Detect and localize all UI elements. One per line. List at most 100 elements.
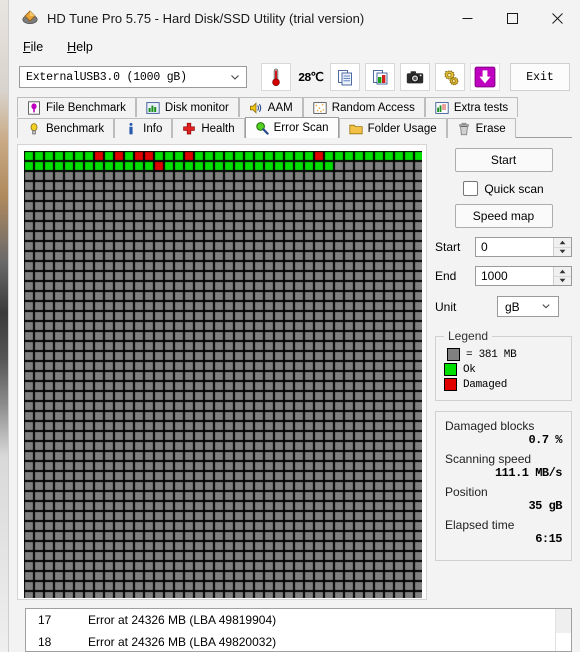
- copy-button[interactable]: [330, 63, 360, 91]
- extra-tests-icon: [435, 101, 449, 115]
- block-map-canvas[interactable]: [24, 151, 422, 598]
- error-list[interactable]: 17 Error at 24326 MB (LBA 49819904) 18 E…: [25, 608, 572, 652]
- hdtune-logo-icon: [21, 9, 39, 27]
- start-input[interactable]: 0: [475, 237, 572, 257]
- legend-ok-label: Ok: [463, 363, 476, 376]
- legend-damaged-label: Damaged: [463, 378, 508, 391]
- quick-scan-checkbox[interactable]: Quick scan: [463, 181, 544, 196]
- stat-value-elapsed-time: 6:15: [535, 532, 562, 546]
- menu-file[interactable]: File: [19, 38, 47, 56]
- list-item[interactable]: 18 Error at 24326 MB (LBA 49820032): [26, 631, 555, 651]
- tab-folder-usage[interactable]: Folder Usage: [338, 118, 447, 138]
- speed-map-button[interactable]: Speed map: [454, 204, 553, 228]
- screenshot-button[interactable]: [400, 63, 430, 91]
- legend-title: Legend: [448, 329, 489, 343]
- unit-field-label: Unit: [435, 299, 457, 314]
- save-button[interactable]: [470, 63, 500, 91]
- unit-field-row: Unit gB: [435, 296, 572, 317]
- error-list-scrollbar-thumb[interactable]: [556, 609, 571, 633]
- maximize-button[interactable]: [490, 0, 535, 36]
- start-field-row: Start 0: [435, 237, 572, 257]
- stat-label-position: Position: [445, 485, 488, 499]
- tab-benchmark[interactable]: Benchmark: [17, 118, 115, 138]
- quick-scan-label: Quick scan: [484, 181, 544, 196]
- start-button-label: Start: [490, 153, 517, 167]
- main-content: Start Quick scan Speed map Start 0 End 1…: [9, 138, 580, 600]
- options-button[interactable]: [435, 63, 465, 91]
- disk-monitor-icon: [146, 101, 160, 115]
- legend-swatch-ok: [444, 363, 457, 376]
- thermometer-icon: [261, 63, 291, 91]
- tab-aam[interactable]: AAM: [238, 97, 303, 117]
- end-stepper-down[interactable]: [554, 277, 571, 286]
- scan-controls-panel: Start Quick scan Speed map Start 0 End 1…: [435, 144, 572, 600]
- start-button[interactable]: Start: [454, 148, 553, 172]
- quick-scan-checkbox-box: [463, 181, 479, 196]
- legend-swatch-damaged: [444, 378, 457, 391]
- minimize-button[interactable]: [445, 0, 490, 36]
- stat-value-position: 35 gB: [528, 499, 562, 513]
- tab-erase-label: Erase: [475, 122, 506, 135]
- tab-extra-tests[interactable]: Extra tests: [424, 97, 519, 117]
- stat-value-damaged-blocks: 0.7 %: [528, 433, 562, 447]
- tab-aam-label: AAM: [267, 101, 293, 114]
- legend-block-size: = 381 MB: [466, 348, 517, 361]
- tab-file-benchmark[interactable]: File Benchmark: [17, 97, 136, 117]
- tab-row-bottom: Benchmark Info Health Error Scan Folder …: [17, 117, 572, 138]
- list-item[interactable]: 17 Error at 24326 MB (LBA 49819904): [26, 609, 555, 631]
- error-list-scrollbar[interactable]: [555, 609, 571, 651]
- legend-swatch-unscanned: [447, 348, 460, 361]
- start-input-value: 0: [481, 240, 488, 254]
- close-button[interactable]: [535, 0, 580, 36]
- statistics-panel: Damaged blocks 0.7 % Scanning speed 111.…: [435, 411, 572, 561]
- menu-file-rest: ile: [30, 40, 44, 54]
- start-stepper-up[interactable]: [554, 238, 571, 248]
- legend-row-damaged: Damaged: [444, 378, 563, 391]
- chevron-down-icon: [228, 70, 242, 84]
- tab-info[interactable]: Info: [114, 118, 173, 138]
- start-stepper-down[interactable]: [554, 248, 571, 257]
- menu-file-accel: F: [23, 40, 31, 54]
- start-field-label: Start: [435, 240, 461, 254]
- block-map-panel: [17, 144, 427, 600]
- tab-disk-monitor[interactable]: Disk monitor: [135, 97, 239, 117]
- tab-row-top: File Benchmark Disk monitor AAM Random A…: [17, 96, 572, 117]
- start-stepper[interactable]: [553, 238, 571, 256]
- tab-health-label: Health: [201, 122, 235, 135]
- info-icon: [124, 122, 138, 136]
- end-input[interactable]: 1000: [475, 266, 572, 286]
- red-cross-icon: [182, 122, 196, 136]
- random-access-icon: [313, 101, 327, 115]
- tab-health[interactable]: Health: [172, 118, 245, 138]
- lightbulb-icon: [27, 122, 41, 136]
- tab-error-scan[interactable]: Error Scan: [244, 117, 339, 138]
- end-stepper-up[interactable]: [554, 267, 571, 277]
- stat-label-elapsed-time: Elapsed time: [445, 518, 515, 532]
- stat-label-damaged-blocks: Damaged blocks: [445, 419, 535, 433]
- menu-bar: File Help: [9, 36, 580, 58]
- stat-label-scanning-speed: Scanning speed: [445, 452, 532, 466]
- toolbar: ExternalUSB3.0 (1000 gB) 28℃ Exit: [9, 58, 580, 96]
- chevron-down-icon: [540, 300, 554, 314]
- copy-image-button[interactable]: [365, 63, 395, 91]
- menu-help-accel: H: [67, 40, 77, 54]
- hd-tune-pro-window: HD Tune Pro 5.75 - Hard Disk/SSD Utility…: [9, 0, 580, 652]
- tab-benchmark-label: Benchmark: [46, 122, 105, 135]
- error-row-index: 17: [38, 613, 52, 627]
- exit-button[interactable]: Exit: [510, 63, 570, 91]
- drive-select[interactable]: ExternalUSB3.0 (1000 gB): [19, 66, 247, 88]
- tab-erase[interactable]: Erase: [446, 118, 516, 138]
- tab-disk-monitor-label: Disk monitor: [164, 101, 229, 114]
- menu-help[interactable]: Help: [63, 38, 97, 56]
- tab-random-access[interactable]: Random Access: [302, 97, 425, 117]
- legend-panel: Legend = 381 MB Ok Damaged: [435, 329, 572, 401]
- file-benchmark-icon: [27, 100, 41, 115]
- end-stepper[interactable]: [553, 267, 571, 285]
- unit-select[interactable]: gB: [497, 296, 559, 317]
- tab-error-scan-label: Error Scan: [273, 122, 329, 134]
- end-input-value: 1000: [481, 269, 508, 283]
- magnifier-icon: [255, 121, 269, 135]
- unit-select-value: gB: [505, 299, 520, 314]
- tab-folder-usage-label: Folder Usage: [367, 122, 437, 135]
- error-row-text: Error at 24326 MB (LBA 49819904): [88, 613, 277, 627]
